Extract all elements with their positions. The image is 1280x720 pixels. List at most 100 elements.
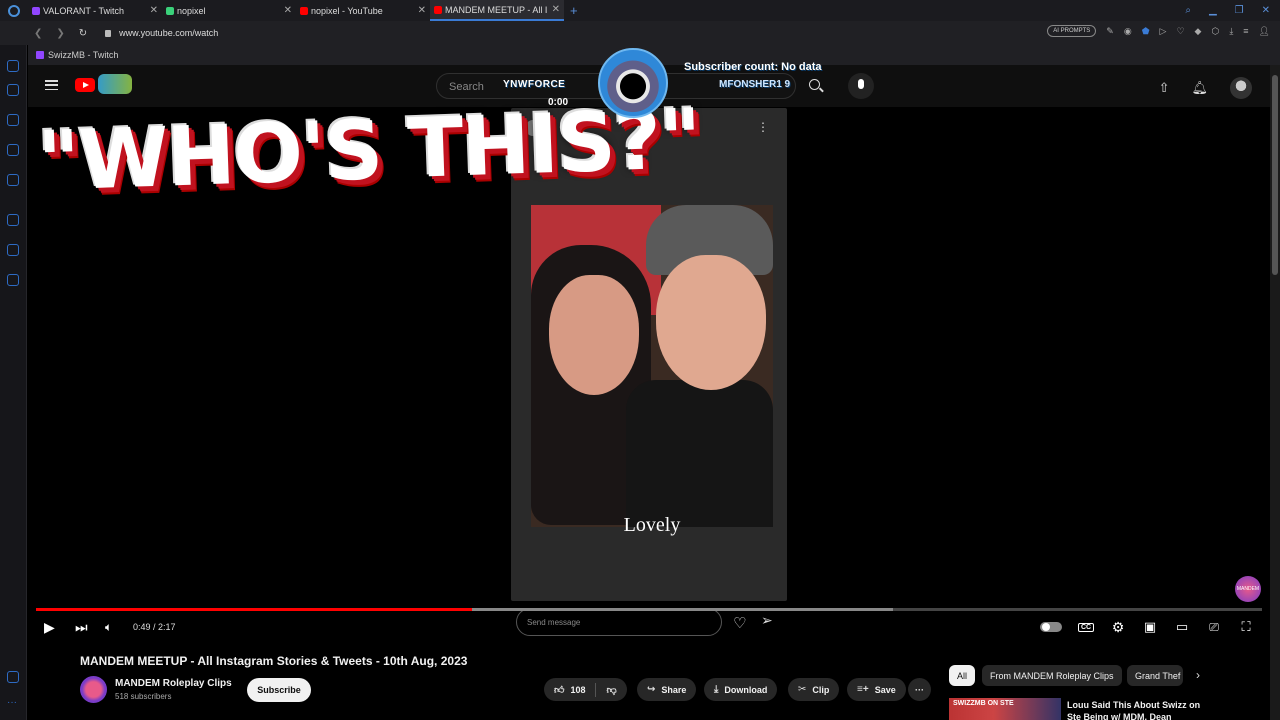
tab-nopixel-youtube[interactable]: nopixel - YouTube ✕ <box>296 0 430 21</box>
speed-dial-icon[interactable] <box>7 84 19 96</box>
more-icon: ··· <box>915 684 924 695</box>
workspace-icon[interactable] <box>7 174 19 186</box>
bookmark-swizzmb[interactable]: SwizzMB - Twitch <box>48 50 118 60</box>
chip-grand-theft[interactable]: Grand Thef <box>1127 665 1183 686</box>
tab-close-icon[interactable]: ✕ <box>150 5 158 16</box>
tab-label: nopixel <box>177 5 206 16</box>
tab-close-icon[interactable]: ✕ <box>284 5 292 16</box>
bag-icon[interactable] <box>7 114 19 126</box>
url-field[interactable]: www.youtube.com/watch <box>105 28 218 38</box>
clip-button[interactable]: ✂ Clip <box>788 678 840 701</box>
download-button[interactable]: ⤓ Download <box>704 678 778 701</box>
tab-search-icon[interactable]: ⌕ <box>1185 5 1191 16</box>
youtube-doodle[interactable] <box>98 74 132 94</box>
cast-icon: ⎚ <box>1209 619 1219 634</box>
menu-icon[interactable] <box>45 80 58 90</box>
thumbs-up-icon[interactable]: 👍︎ <box>554 684 564 696</box>
close-window-icon[interactable]: ✕ <box>1262 5 1270 16</box>
tab-nopixel[interactable]: nopixel ✕ <box>162 0 296 21</box>
theater-button[interactable]: ▭ <box>1172 618 1192 636</box>
like-dislike-group: 👍︎ 108 👎︎ <box>544 678 627 701</box>
recommendation-title[interactable]: Louu Said This About Swizz on Ste Being … <box>1067 699 1207 720</box>
play-button[interactable]: ▶ <box>44 619 55 636</box>
clip-label: Clip <box>812 684 830 695</box>
story-more-icon: ⋮ <box>757 120 769 134</box>
tab-label: nopixel - YouTube <box>311 5 383 16</box>
download-icon[interactable]: ⤓ <box>1229 26 1233 37</box>
share-button[interactable]: ↪ Share <box>637 678 697 701</box>
miniplayer-button[interactable]: ▣ <box>1140 618 1160 636</box>
channel-avatar[interactable] <box>80 676 107 703</box>
chip-from-channel[interactable]: From MANDEM Roleplay Clips <box>982 665 1122 686</box>
tab-bar: VALORANT - Twitch ✕ nopixel ✕ nopixel - … <box>0 0 1280 21</box>
thumbs-down-icon[interactable]: 👎︎ <box>606 684 616 696</box>
minimize-icon[interactable]: ▁ <box>1209 5 1217 16</box>
heart-icon[interactable]: ♡ <box>1176 26 1184 37</box>
profile-icon[interactable]: 👤︎ <box>1259 26 1270 37</box>
settings-icon[interactable] <box>7 274 19 286</box>
forward-icon[interactable]: ❯ <box>56 28 64 39</box>
settings-button[interactable]: ⚙ <box>1108 618 1128 636</box>
tab-valorant-twitch[interactable]: VALORANT - Twitch ✕ <box>28 0 162 21</box>
more-actions-button[interactable]: ··· <box>908 678 931 701</box>
story-message-field: Send message <box>516 608 722 636</box>
story-send-icon: ➢ <box>761 612 773 628</box>
ai-prompts-button[interactable]: AI PROMPTS <box>1047 25 1097 37</box>
scissors-icon: ✂ <box>798 684 807 695</box>
edit-icon[interactable]: ✎ <box>1106 26 1114 37</box>
fullscreen-icon: ⛶ <box>1241 619 1251 634</box>
history-icon[interactable] <box>7 214 19 226</box>
twitch-favicon-icon <box>32 6 40 15</box>
notifications-icon[interactable]: 🔔︎ <box>1191 80 1208 96</box>
tab-label: MANDEM MEETUP - All In <box>445 4 548 15</box>
account-avatar[interactable] <box>1230 77 1252 99</box>
next-button[interactable]: ⏭︎ <box>75 619 88 636</box>
reload-icon[interactable]: ↻ <box>79 28 87 39</box>
channel-name[interactable]: MANDEM Roleplay Clips <box>115 678 232 689</box>
sidebar-setup-icon[interactable] <box>7 671 19 683</box>
opera-logo-icon[interactable] <box>0 0 28 21</box>
subscribe-button[interactable]: Subscribe <box>247 678 311 702</box>
play-icon[interactable]: ▷ <box>1160 26 1167 37</box>
search-button[interactable] <box>799 73 833 99</box>
chevron-right-icon[interactable]: › <box>1196 668 1200 682</box>
miniplayer-icon: ▣ <box>1143 619 1157 634</box>
save-button[interactable]: ≡+ Save <box>847 678 906 701</box>
easy-setup-icon[interactable]: ≡ <box>1243 26 1248 36</box>
chip-all[interactable]: All <box>949 665 976 686</box>
tab-close-icon[interactable]: ✕ <box>418 5 426 16</box>
volume-icon[interactable]: 🔈︎ <box>105 620 112 635</box>
restore-icon[interactable]: ❐ <box>1235 5 1244 16</box>
address-bar: ❮ ❯ ↻ www.youtube.com/watch AI PROMPTS ✎… <box>0 21 1280 45</box>
camera-icon[interactable]: ◉ <box>1124 26 1132 37</box>
scrollbar-thumb[interactable] <box>1272 75 1278 275</box>
channel-watermark[interactable]: MANDEM <box>1235 576 1261 602</box>
upload-icon[interactable]: ⇧ <box>1159 80 1170 96</box>
cube-icon[interactable]: ⬡ <box>1211 26 1219 37</box>
back-icon[interactable]: ❮ <box>34 28 42 39</box>
nopixel-favicon-icon <box>166 6 174 15</box>
recommendation-thumbnail[interactable]: SWIZZMB ON STE <box>949 698 1061 720</box>
new-tab-icon[interactable]: + <box>570 3 578 18</box>
tab-mandem-meetup[interactable]: MANDEM MEETUP - All In ✕ <box>430 0 564 21</box>
vpn-icon[interactable]: ◆ <box>1195 26 1202 37</box>
sidebar-more-icon[interactable]: ··· <box>7 697 17 708</box>
window-controls: ⌕ ▁ ❐ ✕ <box>1185 0 1280 21</box>
like-count[interactable]: 108 <box>570 685 585 695</box>
thumbnail-text: SWIZZMB ON STE <box>953 700 1014 707</box>
extensions-icon[interactable] <box>7 244 19 256</box>
lock-icon <box>105 29 112 37</box>
games-icon[interactable] <box>7 60 19 72</box>
captions-button[interactable]: CC <box>1076 618 1096 636</box>
share-icon: ↪ <box>647 684 656 695</box>
shield-icon[interactable]: ⬟ <box>1142 26 1150 37</box>
tab-close-icon[interactable]: ✕ <box>552 4 560 15</box>
fullscreen-button[interactable]: ⛶ <box>1236 618 1256 636</box>
overlay-timer: 0:00 <box>548 97 569 108</box>
twitch-icon[interactable] <box>7 144 19 156</box>
page-scrollbar[interactable] <box>1270 65 1280 720</box>
autoplay-toggle[interactable] <box>1040 618 1062 636</box>
voice-search-button[interactable] <box>848 73 874 99</box>
youtube-logo[interactable] <box>75 78 95 92</box>
cast-button[interactable]: ⎚ <box>1204 618 1224 636</box>
